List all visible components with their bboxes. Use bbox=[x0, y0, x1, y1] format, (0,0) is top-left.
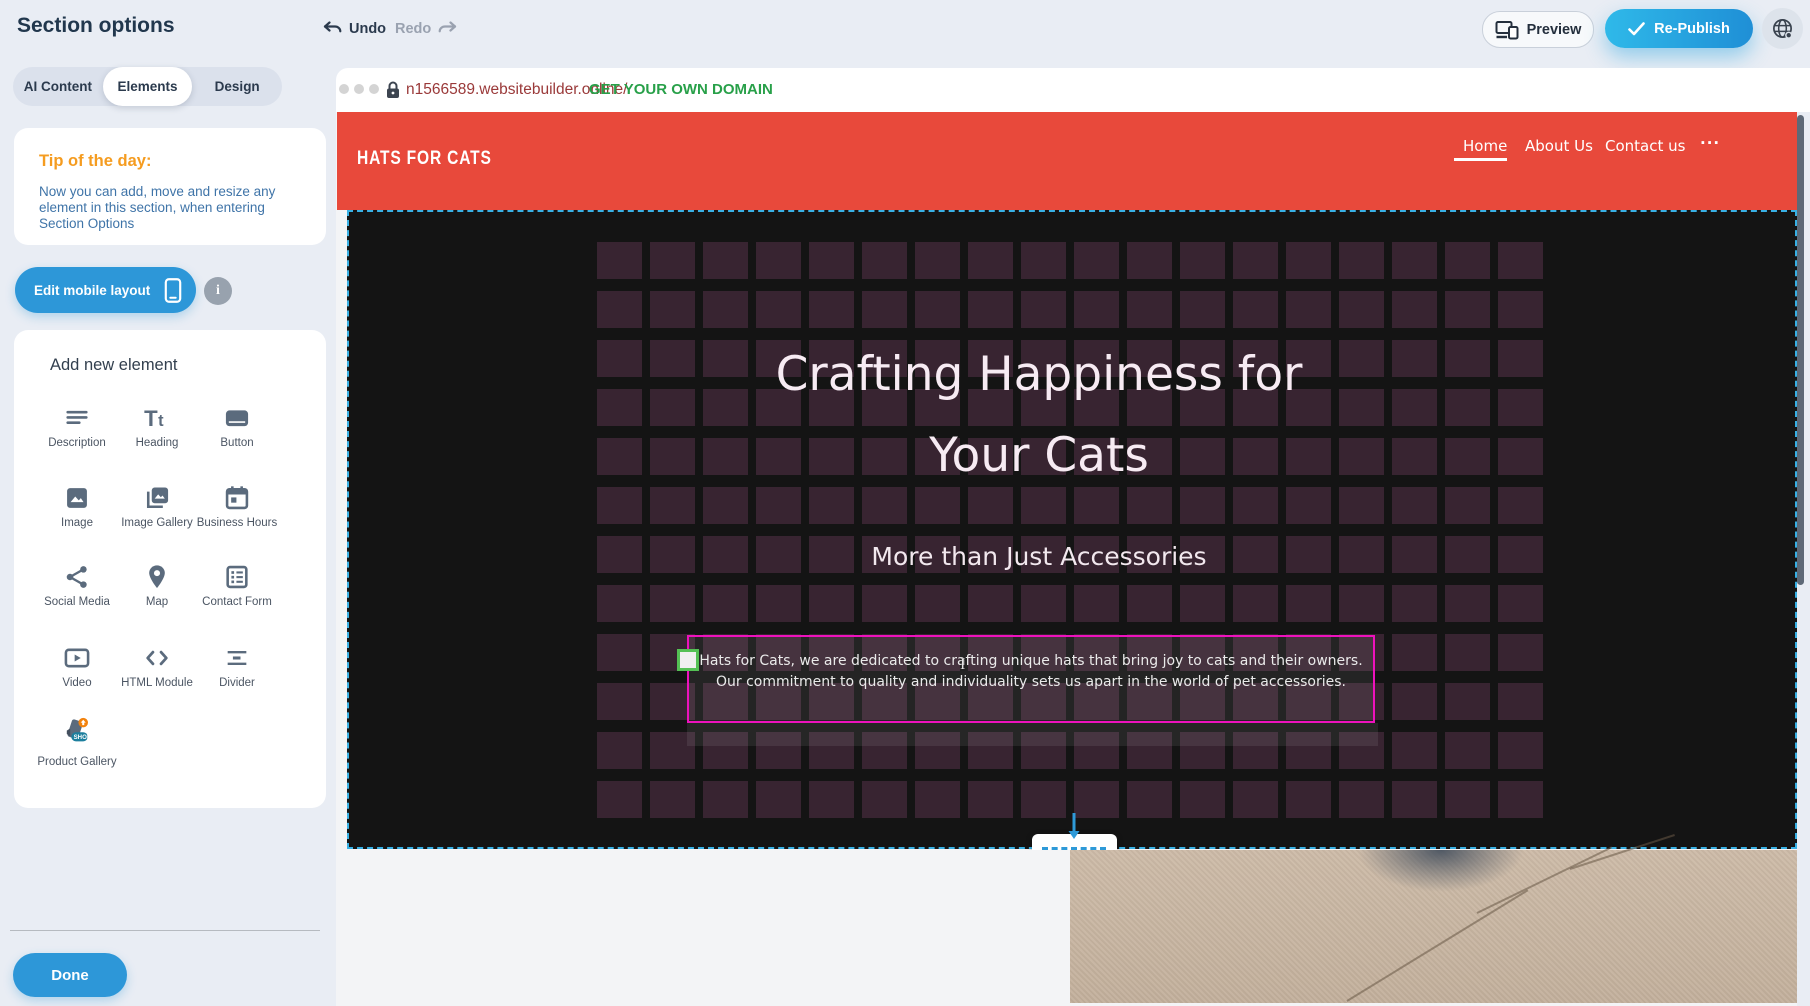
image-gallery-icon bbox=[143, 484, 171, 512]
hero-heading[interactable]: Crafting Happiness for Your Cats bbox=[479, 334, 1599, 496]
hero-body-line2: Our commitment to quality and individual… bbox=[689, 674, 1373, 690]
row-highlight-band bbox=[687, 723, 1378, 746]
add-element-image[interactable]: Image bbox=[35, 484, 119, 530]
business-hours-icon bbox=[223, 484, 251, 512]
done-button[interactable]: Done bbox=[13, 953, 127, 997]
preview-label: Preview bbox=[1527, 22, 1582, 38]
nav-home-underline bbox=[1454, 158, 1507, 161]
browser-dot-1 bbox=[339, 84, 349, 94]
redo-button[interactable]: Redo bbox=[395, 21, 457, 37]
language-globe-button[interactable] bbox=[1762, 8, 1803, 49]
svg-text:SHOP: SHOP bbox=[74, 734, 91, 741]
map-pin-icon bbox=[143, 563, 171, 591]
video-icon bbox=[63, 644, 91, 672]
done-label: Done bbox=[51, 967, 89, 984]
arrow-down-icon bbox=[1067, 812, 1081, 840]
preview-scrollbar[interactable] bbox=[1797, 115, 1804, 585]
devices-icon bbox=[1495, 20, 1519, 40]
add-element-video[interactable]: Video bbox=[35, 644, 119, 690]
info-icon[interactable]: i bbox=[204, 277, 232, 305]
undo-icon bbox=[323, 21, 342, 37]
add-element-contact-form[interactable]: Contact Form bbox=[195, 563, 279, 609]
browser-dot-3 bbox=[369, 84, 379, 94]
republish-label: Re-Publish bbox=[1654, 21, 1730, 37]
nav-about-us[interactable]: About Us bbox=[1525, 137, 1593, 155]
tab-design[interactable]: Design bbox=[192, 67, 282, 106]
tab-ai-content[interactable]: AI Content bbox=[13, 67, 103, 106]
website-builder-app: Section options Undo Redo Preview Re-Pub… bbox=[0, 0, 1810, 1006]
add-element-html-module[interactable]: HTML Module bbox=[115, 644, 199, 690]
nav-more-icon[interactable]: ... bbox=[1700, 130, 1720, 148]
next-section[interactable] bbox=[337, 850, 1797, 1006]
add-element-heading[interactable]: Tt Heading bbox=[115, 404, 199, 450]
heading-icon: Tt bbox=[143, 404, 171, 432]
paving-photo bbox=[1070, 850, 1797, 1003]
add-element-description[interactable]: Description bbox=[35, 404, 119, 450]
description-icon bbox=[63, 404, 91, 432]
tip-title: Tip of the day: bbox=[39, 152, 151, 171]
edit-mobile-layout-label: Edit mobile layout bbox=[34, 283, 150, 298]
browser-dot-2 bbox=[354, 84, 364, 94]
sidebar-divider bbox=[10, 930, 320, 931]
nav-contact-us[interactable]: Contact us bbox=[1605, 137, 1685, 155]
add-element-title: Add new element bbox=[50, 356, 178, 375]
undo-button[interactable]: Undo bbox=[323, 21, 386, 37]
add-element-map[interactable]: Map bbox=[115, 563, 199, 609]
preview-button[interactable]: Preview bbox=[1482, 11, 1594, 48]
get-your-own-domain-link[interactable]: GET YOUR OWN DOMAIN bbox=[589, 81, 773, 98]
paving-joint-line-2 bbox=[1477, 846, 1613, 914]
svg-text:t: t bbox=[158, 412, 164, 430]
check-icon bbox=[1628, 22, 1645, 36]
nav-home[interactable]: Home bbox=[1463, 137, 1507, 155]
hero-subheading[interactable]: More than Just Accessories bbox=[479, 542, 1599, 571]
panel-tab-bar: AI Content Elements Design bbox=[13, 67, 282, 106]
tip-body: Now you can add, move and resize any ele… bbox=[39, 184, 289, 232]
divider-icon bbox=[223, 644, 251, 672]
product-gallery-icon: SHOP bbox=[60, 717, 94, 751]
image-icon bbox=[63, 484, 91, 512]
add-element-product-gallery[interactable]: SHOP Product Gallery bbox=[35, 717, 119, 769]
add-element-button[interactable]: Button bbox=[195, 404, 279, 450]
html-module-icon bbox=[143, 644, 171, 672]
republish-button[interactable]: Re-Publish bbox=[1605, 9, 1753, 48]
tab-elements[interactable]: Elements bbox=[103, 67, 193, 106]
page-title: Section options bbox=[17, 14, 175, 38]
text-cursor: I bbox=[960, 656, 965, 674]
drag-handle-green[interactable] bbox=[677, 649, 699, 671]
redo-icon bbox=[438, 21, 457, 37]
mobile-phone-icon bbox=[164, 277, 182, 304]
add-element-business-hours[interactable]: Business Hours bbox=[195, 484, 279, 530]
hero-section-selected[interactable]: Crafting Happiness for Your Cats More th… bbox=[347, 210, 1797, 849]
svg-text:T: T bbox=[144, 406, 158, 431]
hero-body-line1: Hats for Cats, we are dedicated to craft… bbox=[689, 653, 1373, 669]
lock-icon bbox=[386, 81, 400, 99]
undo-label: Undo bbox=[349, 21, 386, 37]
paving-joint-line-1 bbox=[1346, 889, 1528, 1001]
redo-label: Redo bbox=[395, 21, 431, 37]
add-element-divider[interactable]: Divider bbox=[195, 644, 279, 690]
contact-form-icon bbox=[223, 563, 251, 591]
edit-mobile-layout-button[interactable]: Edit mobile layout bbox=[15, 267, 196, 313]
button-icon bbox=[223, 404, 251, 432]
globe-icon bbox=[1771, 17, 1794, 40]
site-logo[interactable]: HATS FOR CATS bbox=[357, 148, 492, 170]
add-element-image-gallery[interactable]: Image Gallery bbox=[115, 484, 199, 530]
social-media-icon bbox=[63, 563, 91, 591]
selected-text-element[interactable]: Hats for Cats, we are dedicated to craft… bbox=[687, 635, 1375, 723]
add-element-social-media[interactable]: Social Media bbox=[35, 563, 119, 609]
site-header: HATS FOR CATS Home About Us Contact us .… bbox=[337, 112, 1797, 210]
